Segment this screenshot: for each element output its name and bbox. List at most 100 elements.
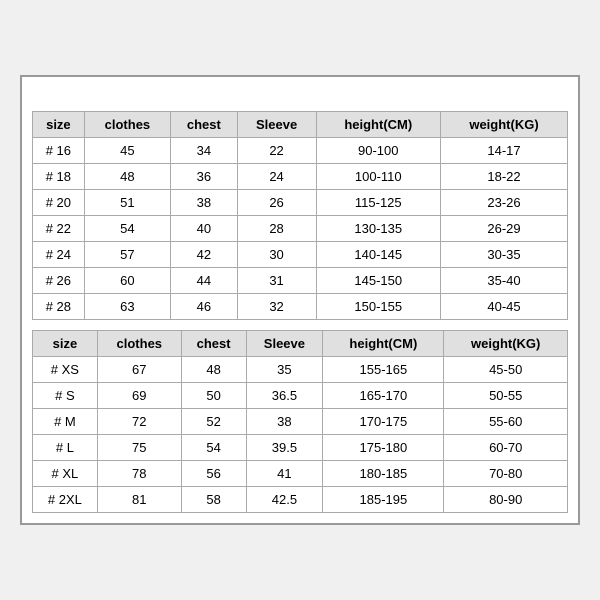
data-cell: 44	[171, 268, 238, 294]
data-cell: 100-110	[316, 164, 440, 190]
data-cell: 140-145	[316, 242, 440, 268]
data-cell: 54	[181, 435, 246, 461]
data-cell: 185-195	[323, 487, 444, 513]
data-cell: 46	[171, 294, 238, 320]
data-cell: 170-175	[323, 409, 444, 435]
data-cell: 18-22	[441, 164, 568, 190]
table-row: # 24574230140-14530-35	[33, 242, 568, 268]
data-cell: 54	[84, 216, 170, 242]
data-cell: 38	[246, 409, 323, 435]
data-cell: 72	[97, 409, 181, 435]
data-cell: 30-35	[441, 242, 568, 268]
data-cell: 130-135	[316, 216, 440, 242]
data-cell: 60-70	[444, 435, 568, 461]
column-header: chest	[181, 331, 246, 357]
size-cell: # 22	[33, 216, 85, 242]
column-header: chest	[171, 112, 238, 138]
data-cell: 81	[97, 487, 181, 513]
column-header: clothes	[84, 112, 170, 138]
size-cell: # 20	[33, 190, 85, 216]
data-cell: 80-90	[444, 487, 568, 513]
table-row: # 26604431145-15035-40	[33, 268, 568, 294]
data-cell: 60	[84, 268, 170, 294]
data-cell: 31	[237, 268, 316, 294]
data-cell: 36.5	[246, 383, 323, 409]
column-header: size	[33, 331, 98, 357]
data-cell: 145-150	[316, 268, 440, 294]
data-cell: 36	[171, 164, 238, 190]
size-cell: # S	[33, 383, 98, 409]
data-cell: 69	[97, 383, 181, 409]
data-cell: 90-100	[316, 138, 440, 164]
table-row: # XS674835155-16545-50	[33, 357, 568, 383]
size-cell: # 26	[33, 268, 85, 294]
chart-title	[32, 87, 568, 111]
table-row: # L755439.5175-18060-70	[33, 435, 568, 461]
data-cell: 51	[84, 190, 170, 216]
size-chart-container: sizeclotheschestSleeveheight(CM)weight(K…	[20, 75, 580, 525]
data-cell: 75	[97, 435, 181, 461]
data-cell: 67	[97, 357, 181, 383]
table2-header-row: sizeclotheschestSleeveheight(CM)weight(K…	[33, 331, 568, 357]
data-cell: 45	[84, 138, 170, 164]
data-cell: 58	[181, 487, 246, 513]
data-cell: 26	[237, 190, 316, 216]
data-cell: 40-45	[441, 294, 568, 320]
data-cell: 40	[171, 216, 238, 242]
column-header: Sleeve	[237, 112, 316, 138]
data-cell: 48	[84, 164, 170, 190]
size-cell: # XS	[33, 357, 98, 383]
data-cell: 22	[237, 138, 316, 164]
column-header: size	[33, 112, 85, 138]
data-cell: 70-80	[444, 461, 568, 487]
data-cell: 50	[181, 383, 246, 409]
table1-header-row: sizeclotheschestSleeveheight(CM)weight(K…	[33, 112, 568, 138]
data-cell: 14-17	[441, 138, 568, 164]
data-cell: 35-40	[441, 268, 568, 294]
data-cell: 115-125	[316, 190, 440, 216]
column-header: weight(KG)	[441, 112, 568, 138]
size-cell: # L	[33, 435, 98, 461]
data-cell: 38	[171, 190, 238, 216]
size-table-2: sizeclotheschestSleeveheight(CM)weight(K…	[32, 330, 568, 513]
size-cell: # XL	[33, 461, 98, 487]
data-cell: 26-29	[441, 216, 568, 242]
data-cell: 57	[84, 242, 170, 268]
size-cell: # 18	[33, 164, 85, 190]
data-cell: 45-50	[444, 357, 568, 383]
data-cell: 165-170	[323, 383, 444, 409]
data-cell: 24	[237, 164, 316, 190]
data-cell: 35	[246, 357, 323, 383]
column-header: weight(KG)	[444, 331, 568, 357]
table-row: # S695036.5165-17050-55	[33, 383, 568, 409]
size-cell: # 16	[33, 138, 85, 164]
table-row: # 2XL815842.5185-19580-90	[33, 487, 568, 513]
table-row: # 22544028130-13526-29	[33, 216, 568, 242]
data-cell: 56	[181, 461, 246, 487]
data-cell: 28	[237, 216, 316, 242]
size-cell: # 28	[33, 294, 85, 320]
size-cell: # 24	[33, 242, 85, 268]
data-cell: 175-180	[323, 435, 444, 461]
data-cell: 42.5	[246, 487, 323, 513]
data-cell: 34	[171, 138, 238, 164]
table-row: # M725238170-17555-60	[33, 409, 568, 435]
data-cell: 48	[181, 357, 246, 383]
size-table-1: sizeclotheschestSleeveheight(CM)weight(K…	[32, 111, 568, 320]
column-header: clothes	[97, 331, 181, 357]
table-row: # 20513826115-12523-26	[33, 190, 568, 216]
column-header: height(CM)	[323, 331, 444, 357]
data-cell: 41	[246, 461, 323, 487]
table-row: # 18483624100-11018-22	[33, 164, 568, 190]
table-row: # 1645342290-10014-17	[33, 138, 568, 164]
data-cell: 52	[181, 409, 246, 435]
column-header: Sleeve	[246, 331, 323, 357]
data-cell: 50-55	[444, 383, 568, 409]
data-cell: 55-60	[444, 409, 568, 435]
table-row: # XL785641180-18570-80	[33, 461, 568, 487]
table-row: # 28634632150-15540-45	[33, 294, 568, 320]
data-cell: 180-185	[323, 461, 444, 487]
size-cell: # M	[33, 409, 98, 435]
size-cell: # 2XL	[33, 487, 98, 513]
data-cell: 155-165	[323, 357, 444, 383]
